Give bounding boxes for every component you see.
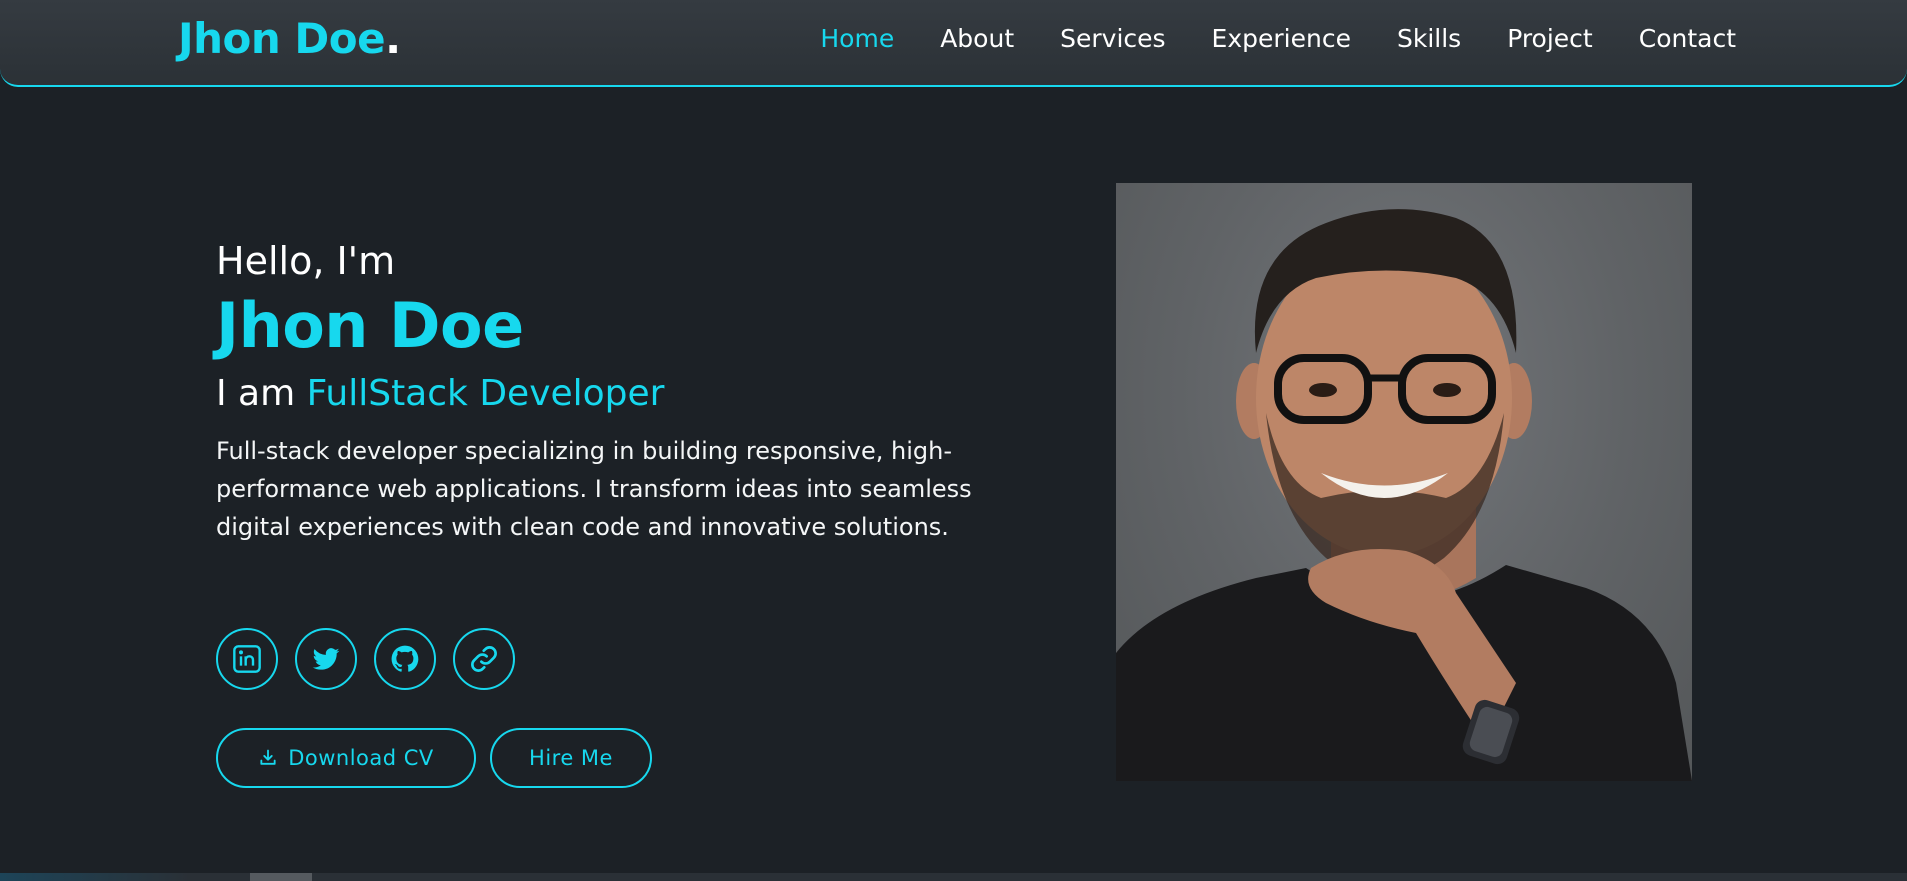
nav-skills[interactable]: Skills — [1397, 24, 1461, 53]
profile-photo — [1116, 183, 1692, 781]
scroll-indicator — [250, 873, 312, 881]
hero-description: Full-stack developer specializing in bui… — [216, 437, 972, 541]
twitter-link[interactable] — [295, 628, 357, 690]
hero-role: I am FullStack Developer — [216, 366, 1006, 422]
linkedin-link[interactable] — [216, 628, 278, 690]
github-icon — [391, 645, 419, 672]
nav-home[interactable]: Home — [820, 24, 894, 53]
brand-name: Jhon Doe — [178, 14, 386, 63]
nav-menu: Home About Services Experience Skills Pr… — [774, 24, 1736, 53]
hero-buttons: Download CV Hire Me — [216, 728, 652, 788]
nav-services[interactable]: Services — [1060, 24, 1165, 53]
github-link[interactable] — [374, 628, 436, 690]
navbar: Jhon Doe. Home About Services Experience… — [0, 0, 1907, 87]
linkedin-icon — [233, 645, 261, 673]
role-prefix: I am — [216, 373, 296, 414]
download-cv-button[interactable]: Download CV — [216, 728, 476, 788]
role-title: FullStack Developer — [306, 373, 665, 414]
website-link[interactable] — [453, 628, 515, 690]
social-links — [216, 628, 515, 690]
hero-greeting: Hello, I'm — [216, 239, 396, 283]
link-icon — [471, 646, 497, 672]
hero-intro: Hello, I'm Jhon Doe I am FullStack Devel… — [216, 236, 1006, 546]
nav-project[interactable]: Project — [1507, 24, 1593, 53]
brand-dot: . — [385, 14, 401, 63]
download-icon — [260, 749, 276, 765]
twitter-icon — [312, 648, 340, 670]
nav-experience[interactable]: Experience — [1212, 24, 1351, 53]
hero-name: Jhon Doe — [216, 289, 524, 362]
nav-about[interactable]: About — [940, 24, 1014, 53]
hire-me-button[interactable]: Hire Me — [490, 728, 652, 788]
nav-contact[interactable]: Contact — [1639, 24, 1736, 53]
brand-logo[interactable]: Jhon Doe. — [178, 14, 401, 63]
download-cv-label: Download CV — [288, 746, 434, 770]
